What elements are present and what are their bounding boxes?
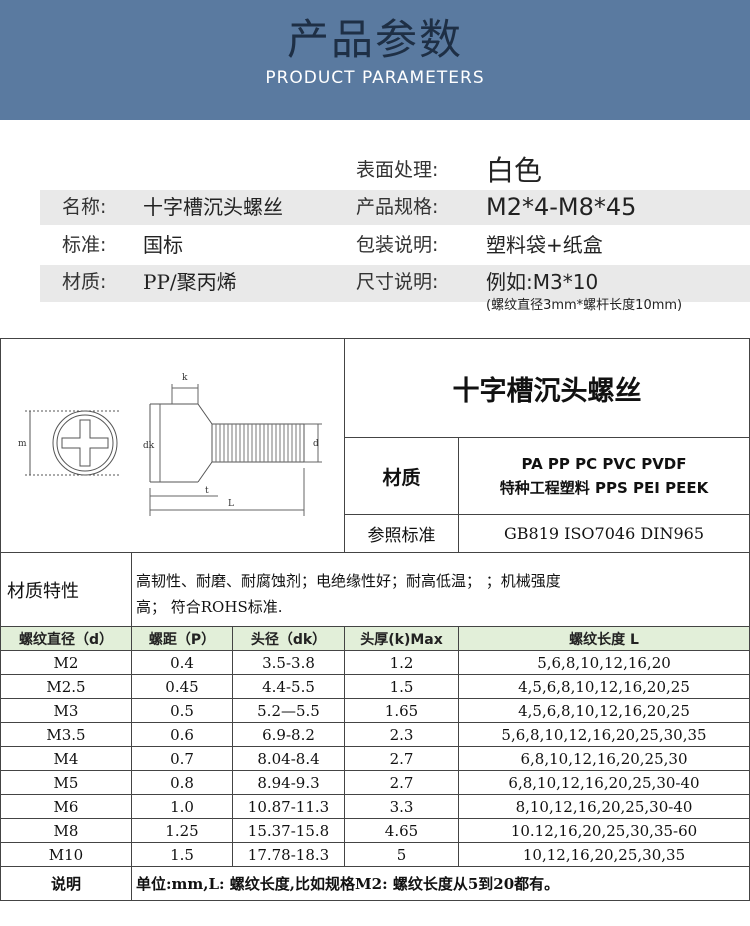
cell-thread-length: 6,8,10,12,16,20,25,30: [520, 749, 688, 768]
info-value: 白色: [486, 154, 543, 187]
col-header-diameter: 螺纹直径（d）: [1, 627, 131, 650]
info-label: 名称:: [62, 196, 107, 218]
footer-label: 说明: [50, 875, 81, 893]
cell-head-thickness: 2.3: [389, 725, 414, 744]
cell-thread-length: 6,8,10,12,16,20,25,30-40: [508, 773, 700, 792]
cell-diameter: M5: [53, 773, 79, 792]
cell-diameter: M8: [53, 821, 79, 840]
cell-pitch: 0.6: [170, 725, 194, 744]
cell-thread-length: 5,6,8,10,12,16,20,25,30,35: [501, 725, 707, 744]
label-m: m: [18, 439, 27, 449]
cell-thread-length: 10,12,16,20,25,30,35: [522, 845, 686, 864]
info-value: PP/聚丙烯: [143, 270, 237, 294]
label-dk: dk: [143, 441, 155, 451]
cell-head-thickness: 5: [396, 845, 407, 864]
col-header-head-thickness: 头厚(k)Max: [345, 627, 458, 650]
page-title: 产品参数: [286, 15, 463, 64]
info-row-name: 名称: 十字槽沉头螺丝 产品规格: M2*4-M8*45: [40, 190, 750, 225]
material-line: 特种工程塑料 PPS PEI PEEK: [499, 479, 709, 497]
cell-head-thickness: 3.3: [389, 797, 414, 816]
info-label: 材质:: [62, 271, 107, 293]
cell-diameter: M3.5: [46, 725, 86, 744]
cell-head-diameter: 4.4-5.5: [262, 677, 315, 696]
cell-head-diameter: 5.2—5.5: [257, 701, 320, 720]
cell-head-diameter: 17.78-18.3: [247, 845, 330, 864]
info-label: 产品规格:: [356, 196, 439, 218]
page-subtitle: PRODUCT PARAMETERS: [265, 68, 485, 88]
cell-diameter: M2.5: [46, 677, 86, 696]
cell-pitch: 0.8: [170, 773, 194, 792]
cell-thread-length: 5,6,8,10,12,16,20: [537, 653, 671, 672]
cell-thread-length: 4,5,6,8,10,12,16,20,25: [518, 701, 690, 720]
cell-thread-length: 4,5,6,8,10,12,16,20,25: [518, 677, 690, 696]
cell-pitch: 1.25: [165, 821, 199, 840]
cell-head-thickness: 1.2: [389, 653, 414, 672]
material-values: PA PP PC PVC PVDF 特种工程塑料 PPS PEI PEEK: [459, 438, 749, 514]
cell-head-diameter: 15.37-15.8: [247, 821, 330, 840]
cell-head-diameter: 3.5-3.8: [262, 653, 315, 672]
properties-text: 高韧性、耐磨、耐腐蚀剂；电绝缘性好；耐高低温； ；机械强度 高； 符合ROHS标…: [136, 568, 746, 620]
cell-pitch: 0.7: [170, 749, 194, 768]
material-label: 材质: [382, 466, 421, 489]
info-row-finish: 表面处理: 白色: [40, 153, 750, 188]
cell-diameter: M10: [48, 845, 84, 864]
properties-label: 材质特性: [7, 580, 79, 602]
cell-head-thickness: 2.7: [389, 749, 414, 768]
cell-head-diameter: 8.04-8.4: [257, 749, 320, 768]
cell-head-diameter: 6.9-8.2: [262, 725, 315, 744]
header-banner: 产品参数 PRODUCT PARAMETERS: [0, 0, 750, 120]
screw-diagram: m k dk d t L: [18, 373, 322, 516]
cross-slot-icon: [61, 419, 109, 467]
info-row-standard: 标准: 国标 包装说明: 塑料袋+纸盒: [40, 228, 750, 263]
cell-head-diameter: 8.94-9.3: [257, 773, 320, 792]
properties-line: 高； 符合ROHS标准.: [136, 598, 283, 616]
cell-diameter: M6: [53, 797, 79, 816]
footer-text: 单位:mm,L: 螺纹长度,比如规格M2: 螺纹长度从5到20都有。: [136, 875, 560, 893]
cell-pitch: 0.5: [170, 701, 194, 720]
col-header-pitch: 螺距（P）: [132, 627, 232, 650]
properties-line: 高韧性、耐磨、耐腐蚀剂；电绝缘性好；耐高低温； ；机械强度: [136, 572, 561, 590]
size-note: (螺纹直径3mm*螺杆长度10mm): [486, 298, 683, 313]
cell-pitch: 1.5: [170, 845, 194, 864]
label-L: L: [228, 499, 234, 509]
info-value: M2*4-M8*45: [486, 193, 637, 221]
cell-pitch: 0.4: [170, 653, 194, 672]
cell-head-thickness: 4.65: [384, 821, 419, 840]
cell-head-thickness: 1.5: [389, 677, 414, 696]
label-t: t: [205, 486, 209, 496]
cell-diameter: M3: [53, 701, 79, 720]
label-d: d: [313, 439, 319, 449]
info-value: 十字槽沉头螺丝: [143, 195, 283, 219]
cell-diameter: M4: [53, 749, 79, 768]
cell-head-thickness: 1.65: [384, 701, 419, 720]
standard-label: 参照标准: [367, 526, 436, 546]
standard-value: GB819 ISO7046 DIN965: [503, 524, 705, 543]
material-line: PA PP PC PVC PVDF: [521, 455, 687, 473]
col-header-head-diameter: 头径（dk）: [233, 627, 344, 650]
info-label: 标准:: [62, 234, 107, 256]
cell-head-thickness: 2.7: [389, 773, 414, 792]
info-label: 尺寸说明:: [356, 271, 439, 293]
cell-head-diameter: 10.87-11.3: [247, 797, 330, 816]
product-name: 十字槽沉头螺丝: [452, 375, 642, 407]
cell-diameter: M2: [53, 653, 79, 672]
cell-thread-length: 8,10,12,16,20,25,30-40: [515, 797, 693, 816]
info-label: 包装说明:: [356, 234, 439, 256]
head-circle: [52, 410, 118, 476]
cell-pitch: 0.45: [165, 677, 199, 696]
info-value: 国标: [143, 233, 183, 257]
col-header-thread-length: 螺纹长度 L: [459, 627, 749, 650]
cell-pitch: 1.0: [170, 797, 194, 816]
info-label: 表面处理:: [356, 159, 439, 181]
cell-thread-length: 10.12,16,20,25,30,35-60: [510, 821, 698, 840]
info-value: 塑料袋+纸盒: [486, 233, 603, 257]
label-k: k: [182, 373, 188, 383]
